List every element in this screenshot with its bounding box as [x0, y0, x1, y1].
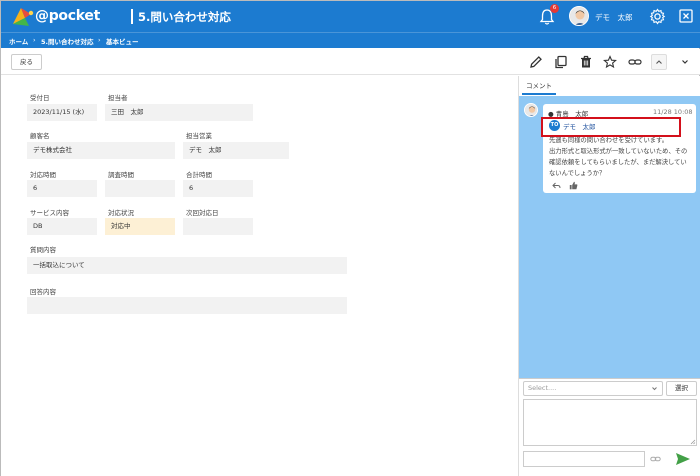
title-divider [131, 9, 133, 24]
breadcrumb-view: 基本ビュー [106, 38, 139, 46]
comment-text-line: 出力形式と取込形式が一致していないため、その [549, 148, 688, 155]
answer-field[interactable] [27, 297, 347, 314]
total-time-label: 合計時間 [186, 171, 212, 179]
top-header: @pocket 5.問い合わせ対応 6 デモ 太郎 [1, 1, 700, 32]
assignee-label: 担当者 [108, 94, 128, 102]
recipient-select[interactable]: Select.... [523, 381, 663, 396]
logout-icon[interactable] [679, 9, 693, 23]
chevron-down-icon[interactable] [650, 384, 659, 393]
status-label: 対応状況 [108, 209, 134, 217]
attach-link-icon[interactable] [650, 454, 661, 464]
select-button[interactable]: 選択 [666, 381, 697, 396]
received-date-field[interactable]: 2023/11/15 (水) [27, 104, 97, 121]
highlight-box [541, 117, 681, 137]
breadcrumb-app[interactable]: 5.問い合わせ対応 [41, 36, 94, 46]
question-label: 質問内容 [30, 246, 56, 254]
pencil-icon[interactable] [529, 55, 543, 69]
total-time-field[interactable]: 6 [183, 180, 253, 197]
comment-text-line: ないんでしょうか？ [549, 170, 606, 177]
next-date-field[interactable] [183, 218, 253, 235]
chevron-down-icon[interactable] [678, 55, 692, 69]
resize-handle-icon[interactable] [689, 438, 696, 445]
gear-icon[interactable] [649, 8, 666, 25]
assignee-field[interactable]: 三田 太郎 [105, 104, 253, 121]
breadcrumb-separator: › [33, 36, 36, 44]
user-name[interactable]: デモ 太郎 [595, 12, 633, 23]
handling-time-field[interactable]: 6 [27, 180, 97, 197]
breadcrumb: ホーム › 5.問い合わせ対応 › 基本ビュー [1, 32, 700, 48]
comment-time: 11/28 10:08 [653, 108, 693, 116]
attachment-field[interactable] [523, 451, 645, 467]
customer-label: 顧客名 [30, 132, 50, 140]
commenter-avatar[interactable] [524, 103, 538, 117]
sales-rep-field[interactable]: デモ 太郎 [183, 142, 289, 159]
customer-field[interactable]: デモ株式会社 [27, 142, 175, 159]
record-toolbar: 戻る [1, 49, 700, 75]
tab-comment[interactable]: コメント [522, 79, 556, 95]
send-icon[interactable] [675, 452, 691, 466]
question-field[interactable]: 一括取込について [27, 257, 347, 274]
research-time-field[interactable] [105, 180, 175, 197]
breadcrumb-home[interactable]: ホーム [9, 36, 28, 46]
notification-badge: 6 [550, 4, 559, 13]
answer-label: 回答内容 [30, 288, 56, 296]
comment-text-line: 確認依頼をしてもらいましたが、まだ解決してい [549, 159, 687, 166]
collapse-button[interactable] [651, 54, 667, 70]
thumbs-up-icon[interactable] [569, 181, 578, 190]
handling-time-label: 対応時間 [30, 171, 56, 179]
received-date-label: 受付日 [30, 94, 50, 102]
chevron-up-icon [656, 60, 662, 64]
comment-text-line: 先週も同様の問い合わせを受けています。 [549, 137, 669, 144]
breadcrumb-separator: › [98, 36, 101, 44]
user-avatar[interactable] [569, 6, 589, 26]
record-form: 受付日 2023/11/15 (水) 担当者 三田 太郎 顧客名 デモ株式会社 … [1, 76, 518, 476]
star-icon[interactable] [603, 55, 617, 69]
service-label: サービス内容 [30, 209, 69, 217]
next-date-label: 次回対応日 [186, 209, 219, 217]
back-button[interactable]: 戻る [11, 54, 42, 70]
trash-icon[interactable] [579, 55, 593, 69]
reply-icon[interactable] [552, 181, 561, 190]
logo-text[interactable]: @pocket [35, 8, 100, 24]
comment-textarea[interactable] [523, 399, 697, 446]
copy-icon[interactable] [554, 55, 568, 69]
sales-rep-label: 担当営業 [186, 132, 212, 140]
service-field[interactable]: DB [27, 218, 97, 235]
link-icon[interactable] [628, 55, 642, 69]
status-field[interactable]: 対応中 [105, 218, 175, 235]
page-title: 5.問い合わせ対応 [138, 10, 231, 24]
research-time-label: 調査時間 [108, 171, 134, 179]
